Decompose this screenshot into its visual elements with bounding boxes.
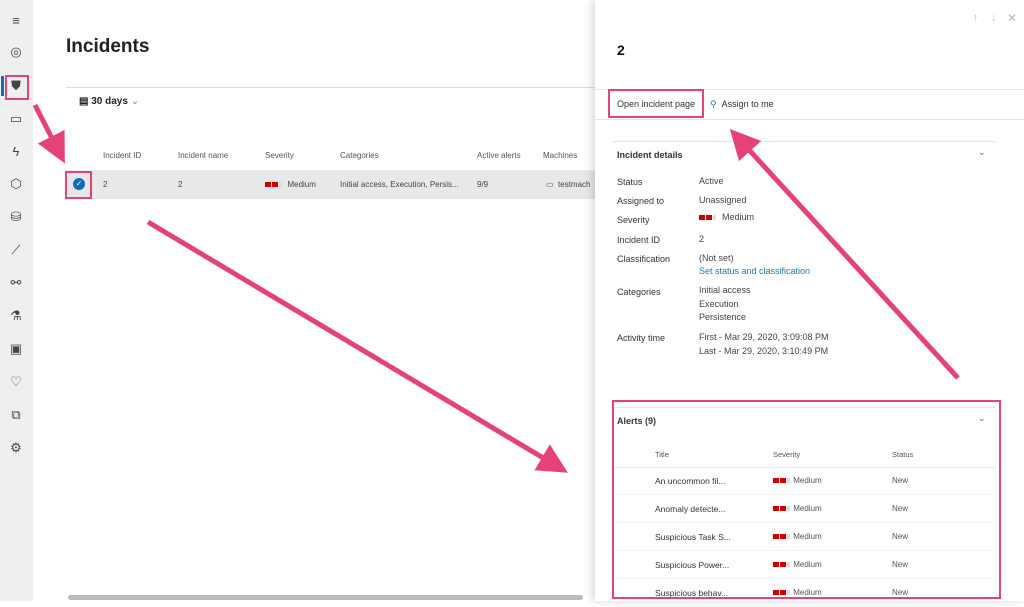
- annotation-arrows: [32, 103, 960, 473]
- arrow-to-open-incident: [729, 128, 960, 380]
- arrow-to-alerts: [146, 219, 568, 473]
- arrow-to-checkbox: [32, 103, 65, 164]
